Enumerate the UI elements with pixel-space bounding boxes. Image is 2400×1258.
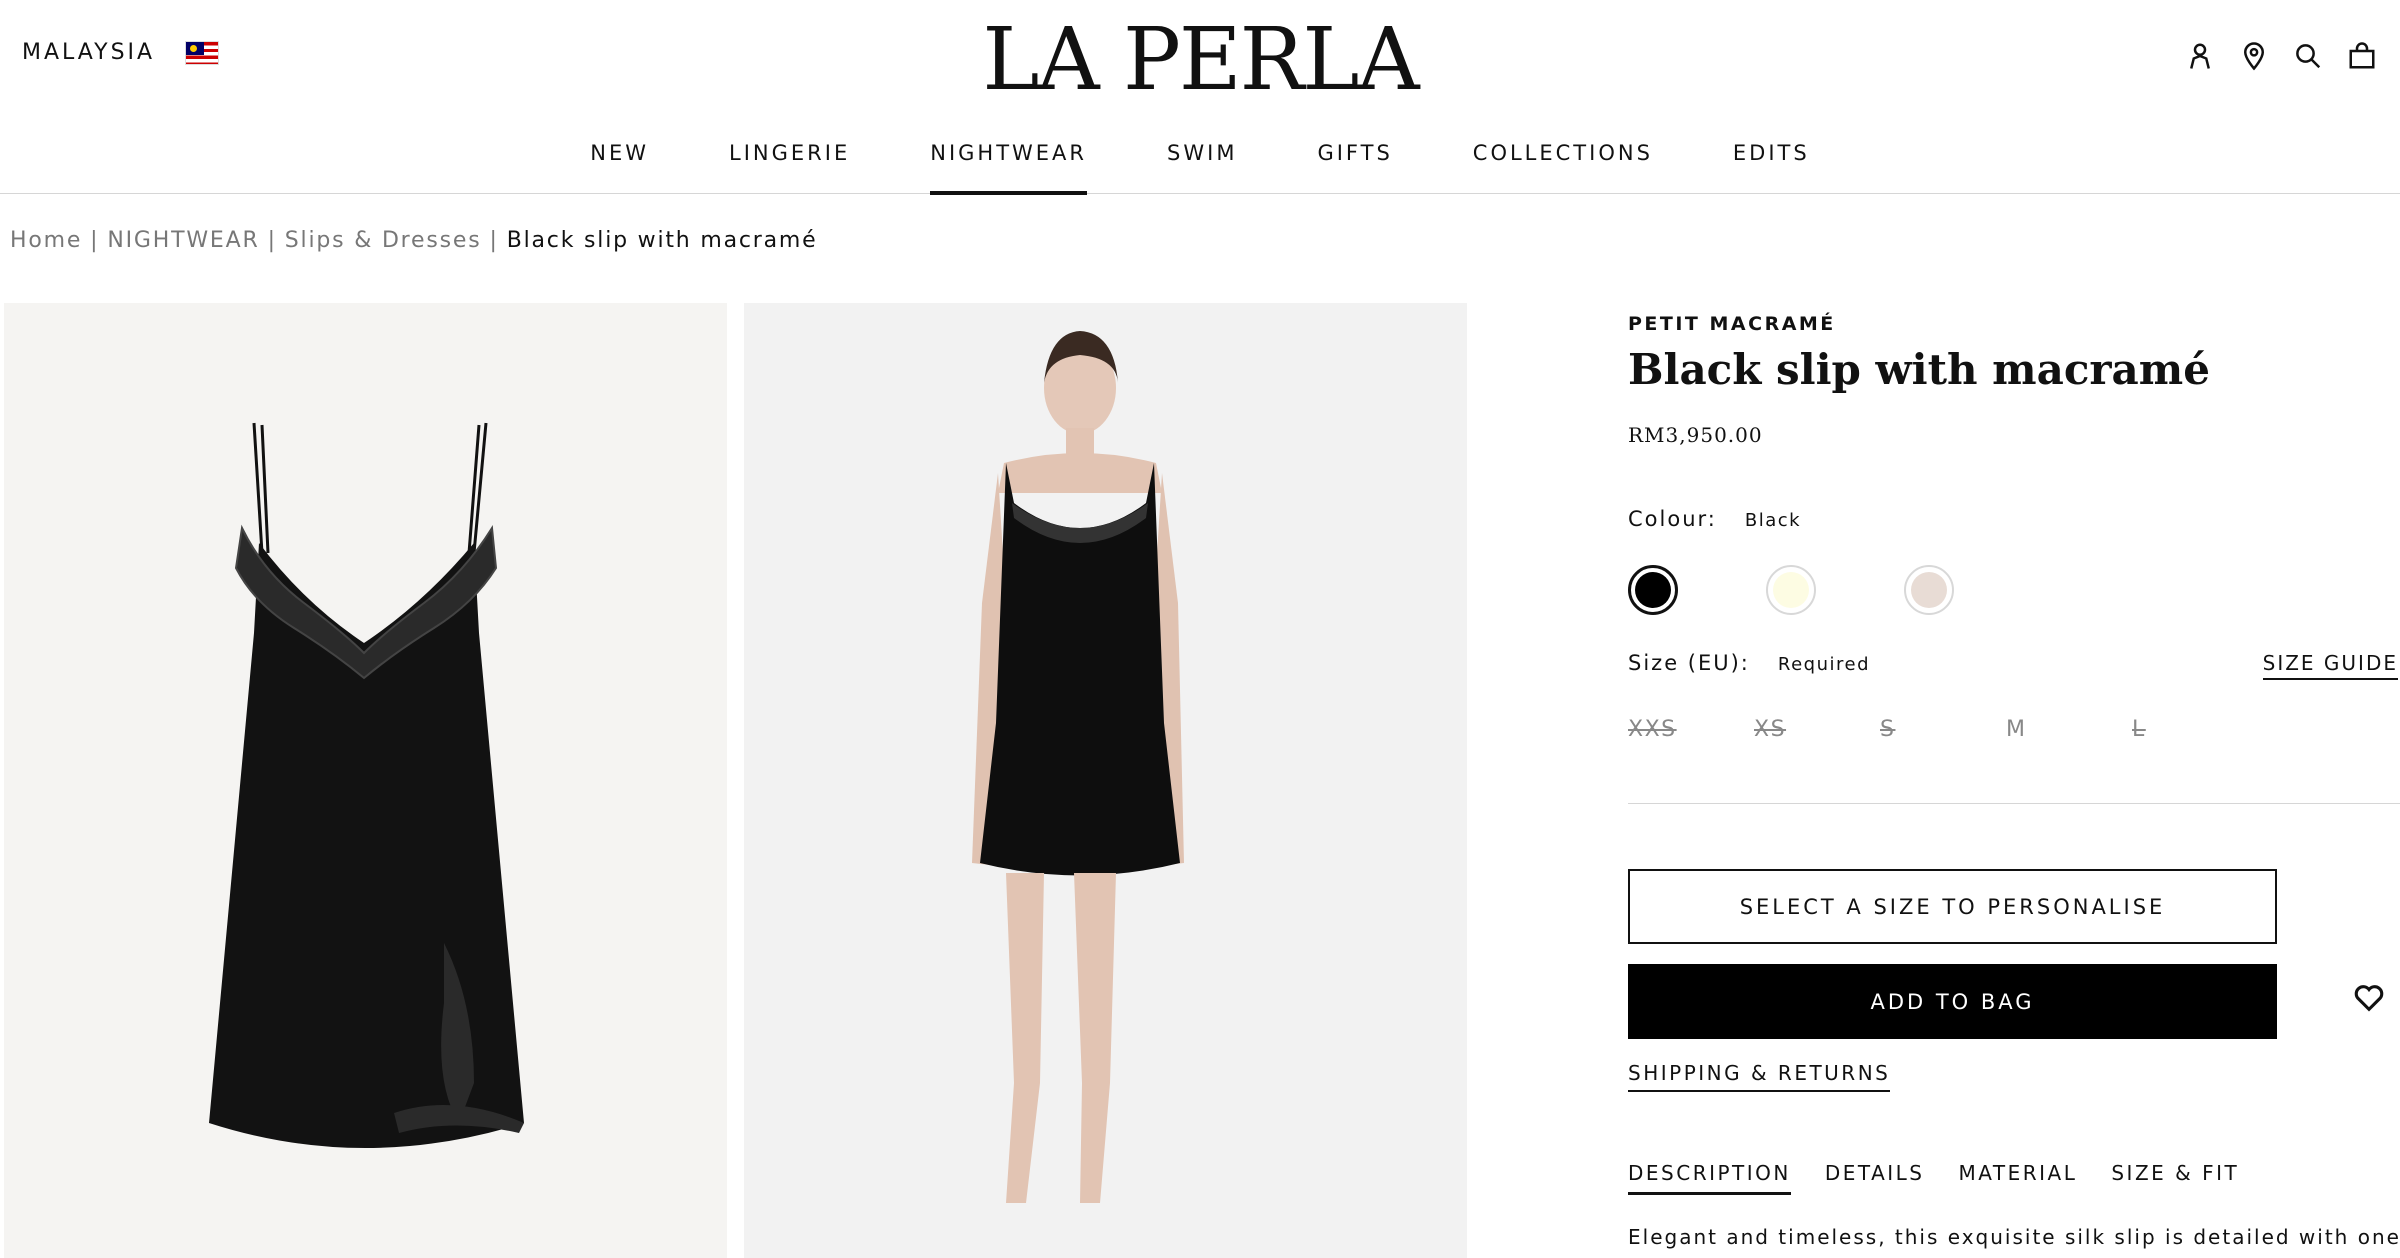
store-locator-icon[interactable]: [2238, 40, 2270, 72]
nav-item-collections[interactable]: COLLECTIONS: [1473, 112, 1653, 194]
account-icon[interactable]: [2184, 40, 2216, 72]
size-option-xxs[interactable]: XXS: [1628, 717, 1754, 742]
colour-label: Colour:: [1628, 507, 1717, 531]
model-illustration: [972, 331, 1184, 1203]
header-icons: [2184, 40, 2378, 72]
nav-item-gifts[interactable]: GIFTS: [1317, 112, 1392, 194]
breadcrumb-separator: |: [267, 228, 277, 253]
size-option-xs[interactable]: XS: [1754, 717, 1880, 742]
site-header: MALAYSIA LA PERLA: [0, 0, 2400, 112]
slip-flat-illustration: [209, 422, 524, 1148]
swatch-black[interactable]: [1628, 565, 1678, 615]
product-image-flat[interactable]: [4, 303, 727, 1258]
swatch-ivory[interactable]: [1766, 565, 1816, 615]
nav-item-edits[interactable]: EDITS: [1733, 112, 1810, 194]
tab-size-fit[interactable]: SIZE & FIT: [2111, 1161, 2239, 1195]
heart-icon[interactable]: [2352, 981, 2388, 1017]
tab-material[interactable]: MATERIAL: [1959, 1161, 2078, 1195]
breadcrumb-separator: |: [489, 228, 499, 253]
tab-details[interactable]: DETAILS: [1825, 1161, 1925, 1195]
add-to-bag-button[interactable]: ADD TO BAG: [1628, 964, 2277, 1039]
product-details-panel: PETIT MACRAMÉ Black slip with macramé RM…: [1628, 303, 2400, 1258]
colour-row: Colour: Black: [1628, 507, 1801, 531]
product-description: Elegant and timeless, this exquisite sil…: [1628, 1225, 2400, 1249]
divider: [1628, 803, 2400, 804]
size-options: XXS XS S M L: [1628, 717, 2258, 742]
breadcrumb-nightwear[interactable]: NIGHTWEAR: [107, 228, 259, 253]
product-image-model[interactable]: [744, 303, 1467, 1258]
size-option-l[interactable]: L: [2132, 717, 2258, 742]
breadcrumb-separator: |: [90, 228, 100, 253]
colour-value: Black: [1744, 510, 1802, 531]
size-option-m[interactable]: M: [2006, 717, 2132, 742]
shipping-returns-link[interactable]: SHIPPING & RETURNS: [1628, 1061, 1891, 1092]
size-option-s[interactable]: S: [1880, 717, 2006, 742]
product-price: RM3,950.00: [1628, 423, 1763, 447]
swatch-nude[interactable]: [1904, 565, 1954, 615]
breadcrumb-current: Black slip with macramé: [506, 228, 818, 253]
main-navigation: NEW LINGERIE NIGHTWEAR SWIM GIFTS COLLEC…: [0, 112, 2400, 195]
nav-item-nightwear[interactable]: NIGHTWEAR: [930, 112, 1087, 195]
size-required: Required: [1777, 654, 1871, 675]
breadcrumb-home[interactable]: Home: [10, 228, 82, 253]
nav-item-swim[interactable]: SWIM: [1167, 112, 1237, 194]
breadcrumb: Home | NIGHTWEAR | Slips & Dresses | Bla…: [10, 228, 817, 253]
search-icon[interactable]: [2292, 40, 2324, 72]
product-collection[interactable]: PETIT MACRAMÉ: [1628, 313, 1836, 335]
nav-item-new[interactable]: NEW: [590, 112, 649, 194]
product-info-tabs: DESCRIPTION DETAILS MATERIAL SIZE & FIT: [1628, 1161, 2239, 1195]
colour-swatches: [1628, 565, 1954, 615]
breadcrumb-slips-dresses[interactable]: Slips & Dresses: [285, 228, 482, 253]
size-guide-link[interactable]: SIZE GUIDE: [2262, 651, 2398, 680]
size-label: Size (EU):: [1628, 651, 1750, 675]
shopping-bag-icon[interactable]: [2346, 40, 2378, 72]
product-title: Black slip with macramé: [1628, 345, 2210, 394]
personalise-button[interactable]: SELECT A SIZE TO PERSONALISE: [1628, 869, 2277, 944]
nav-item-lingerie[interactable]: LINGERIE: [729, 112, 850, 194]
site-logo[interactable]: LA PERLA: [0, 10, 2400, 110]
tab-description[interactable]: DESCRIPTION: [1628, 1161, 1791, 1195]
